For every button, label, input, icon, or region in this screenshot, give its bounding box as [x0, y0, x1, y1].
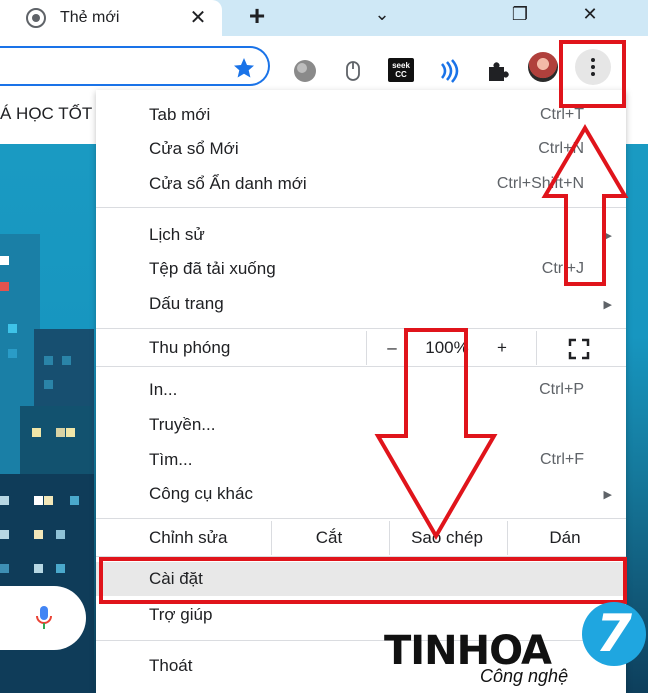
tinhoa-watermark: TINHOA Công nghệ 7 [384, 600, 648, 693]
watermark-tagline: Công nghệ [480, 666, 569, 686]
annotation-arrow-down [374, 328, 498, 540]
watermark-number: 7 [595, 604, 633, 664]
annotation-arrows [374, 124, 629, 540]
annotation-arrow-up [541, 124, 629, 286]
